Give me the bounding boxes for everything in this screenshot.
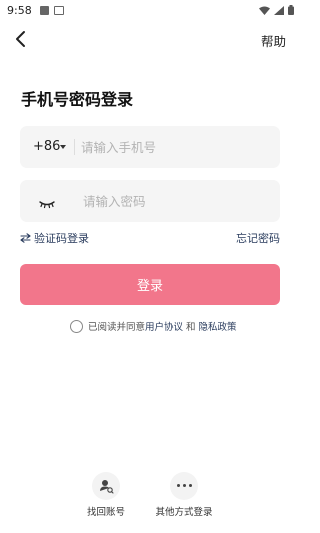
wifi-icon: [259, 6, 270, 15]
forgot-password-link[interactable]: 忘记密码: [236, 230, 280, 246]
find-account-label: 找回账号: [86, 507, 125, 518]
battery-icon: [288, 5, 294, 15]
phone-input[interactable]: [81, 138, 261, 156]
keyboard-icon: [54, 6, 64, 15]
agreement-row: 已阅读并同意 用户协议 和 隐私政策: [70, 319, 237, 333]
login-button[interactable]: 登录: [20, 264, 280, 305]
more-dots-icon: [177, 484, 192, 487]
swap-icon: [20, 233, 31, 243]
password-visibility-toggle[interactable]: [38, 195, 56, 209]
agreement-prefix: 已阅读并同意: [88, 322, 146, 333]
back-button[interactable]: [12, 28, 32, 50]
agreement-checkbox[interactable]: [70, 319, 83, 333]
field-divider: [74, 139, 75, 155]
password-field: [20, 180, 280, 222]
signal-icon: [274, 5, 284, 15]
status-bar: 9:58: [0, 0, 300, 22]
status-notification-icons: [40, 6, 64, 15]
agreement-and: 和: [186, 322, 196, 333]
status-time: 9:58: [7, 4, 32, 17]
sms-login-label[interactable]: 验证码登录: [34, 230, 89, 246]
country-code[interactable]: +86: [33, 139, 60, 154]
sms-login-link[interactable]: 验证码登录: [20, 230, 89, 246]
other-login-button[interactable]: 其他方式登录: [144, 472, 224, 518]
user-find-icon: [100, 480, 114, 494]
caret-down-icon[interactable]: [60, 145, 66, 149]
password-input[interactable]: [83, 192, 263, 210]
privacy-policy-link[interactable]: 隐私政策: [199, 319, 237, 333]
notification-icon: [40, 6, 49, 15]
other-login-circle[interactable]: [170, 472, 198, 500]
user-agreement-link[interactable]: 用户协议: [145, 319, 183, 333]
help-link[interactable]: 帮助: [261, 31, 286, 50]
page-title: 手机号密码登录: [21, 90, 134, 109]
find-account-circle[interactable]: [92, 472, 120, 500]
status-system-icons: [259, 5, 294, 15]
other-login-label: 其他方式登录: [155, 507, 213, 518]
eye-closed-icon: [39, 201, 55, 209]
chevron-left-icon: [16, 31, 25, 47]
phone-field: +86: [20, 126, 280, 168]
find-account-button[interactable]: 找回账号: [66, 472, 146, 518]
